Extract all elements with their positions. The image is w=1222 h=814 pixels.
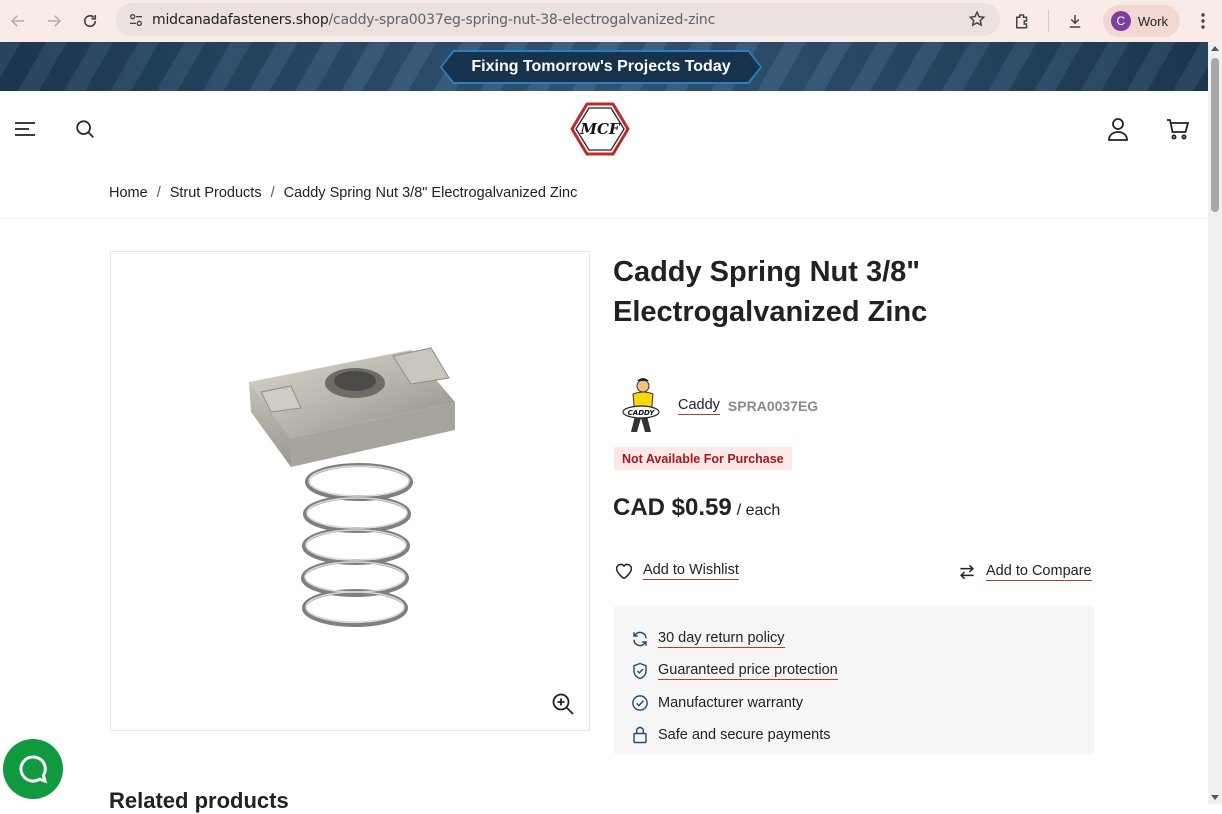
scroll-thumb[interactable] (1211, 58, 1219, 212)
page-scrollbar[interactable] (1208, 42, 1222, 804)
related-products-heading: Related products (109, 788, 289, 813)
profile-button[interactable]: C Work (1102, 5, 1180, 37)
compare-arrows-icon (957, 562, 977, 582)
breadcrumb: Home / Strut Products / Caddy Spring Nut… (109, 185, 577, 201)
brand-row: CADDY Caddy SPRA0037EG (615, 376, 818, 436)
back-icon[interactable] (0, 3, 36, 39)
brand-link[interactable]: Caddy (678, 397, 720, 415)
brand-logo[interactable]: CADDY (615, 376, 667, 436)
breadcrumb-separator: / (156, 185, 161, 201)
site-header: MCF (0, 91, 1208, 167)
svg-text:CADDY: CADDY (628, 409, 656, 417)
url-text: midcanadafasteners.shop/caddy-spra0037eg… (152, 11, 716, 28)
menu-icon[interactable] (11, 115, 39, 143)
browser-toolbar: midcanadafasteners.shop/caddy-spra0037eg… (0, 0, 1222, 42)
scroll-up-icon[interactable] (1211, 46, 1219, 51)
extensions-icon[interactable] (1002, 3, 1042, 39)
refresh-icon (630, 629, 650, 649)
site-logo[interactable]: MCF (570, 102, 630, 156)
breadcrumb-category[interactable]: Strut Products (170, 185, 262, 201)
scroll-down-icon[interactable] (1211, 795, 1219, 800)
availability-badge: Not Available For Purchase (614, 447, 792, 470)
heart-icon (614, 562, 634, 580)
shield-check-icon (630, 661, 650, 681)
perk-secure-payments: Safe and secure payments (630, 719, 1094, 751)
wishlist-label: Add to Wishlist (643, 562, 739, 580)
product-price: CAD $0.59 (613, 494, 732, 521)
avatar: C (1110, 11, 1131, 31)
zoom-icon[interactable] (551, 692, 575, 716)
downloads-icon[interactable] (1055, 3, 1095, 39)
add-to-wishlist-button[interactable]: Add to Wishlist (614, 562, 739, 580)
product-image-gallery[interactable] (110, 251, 590, 731)
divider (0, 218, 1208, 219)
cart-icon[interactable] (1164, 115, 1192, 143)
perks-panel: 30 day return policy Guaranteed price pr… (614, 606, 1094, 754)
perk-warranty: Manufacturer warranty (630, 687, 1094, 719)
bookmark-star-icon[interactable] (968, 10, 986, 33)
account-icon[interactable] (1104, 115, 1132, 143)
perk-label: Manufacturer warranty (658, 695, 804, 711)
product-title: Caddy Spring Nut 3/8" Electrogalvanized … (613, 256, 928, 328)
product-sku: SPRA0037EG (727, 398, 819, 414)
site-info-icon[interactable] (120, 12, 152, 28)
promo-text: Fixing Tomorrow's Projects Today (471, 58, 731, 75)
perk-return-policy: 30 day return policy (630, 623, 1094, 655)
product-image[interactable] (111, 252, 591, 732)
chat-button[interactable] (3, 739, 63, 799)
profile-label: Work (1137, 13, 1168, 29)
browser-menu-icon[interactable] (1188, 3, 1218, 39)
breadcrumb-current: Caddy Spring Nut 3/8" Electrogalvanized … (283, 185, 578, 201)
address-bar[interactable]: midcanadafasteners.shop/caddy-spra0037eg… (116, 3, 1000, 36)
compare-label: Add to Compare (986, 563, 1092, 581)
perk-label[interactable]: Guaranteed price protection (658, 662, 838, 680)
promo-banner: Fixing Tomorrow's Projects Today (0, 42, 1208, 91)
perk-label[interactable]: 30 day return policy (658, 630, 785, 648)
reload-icon[interactable] (72, 3, 108, 39)
lock-icon (630, 725, 650, 745)
breadcrumb-separator: / (270, 185, 275, 201)
forward-icon[interactable] (36, 3, 72, 39)
perk-price-protection: Guaranteed price protection (630, 655, 1094, 687)
chat-bubble-icon (17, 753, 49, 785)
price-row: CAD $0.59 / each (613, 494, 780, 522)
breadcrumb-home[interactable]: Home (109, 185, 148, 201)
svg-text:MCF: MCF (579, 120, 621, 138)
price-unit: / each (736, 502, 781, 519)
circle-check-icon (630, 693, 650, 713)
perk-label: Safe and secure payments (658, 727, 831, 743)
search-icon[interactable] (71, 115, 99, 143)
add-to-compare-button[interactable]: Add to Compare (957, 562, 1092, 582)
